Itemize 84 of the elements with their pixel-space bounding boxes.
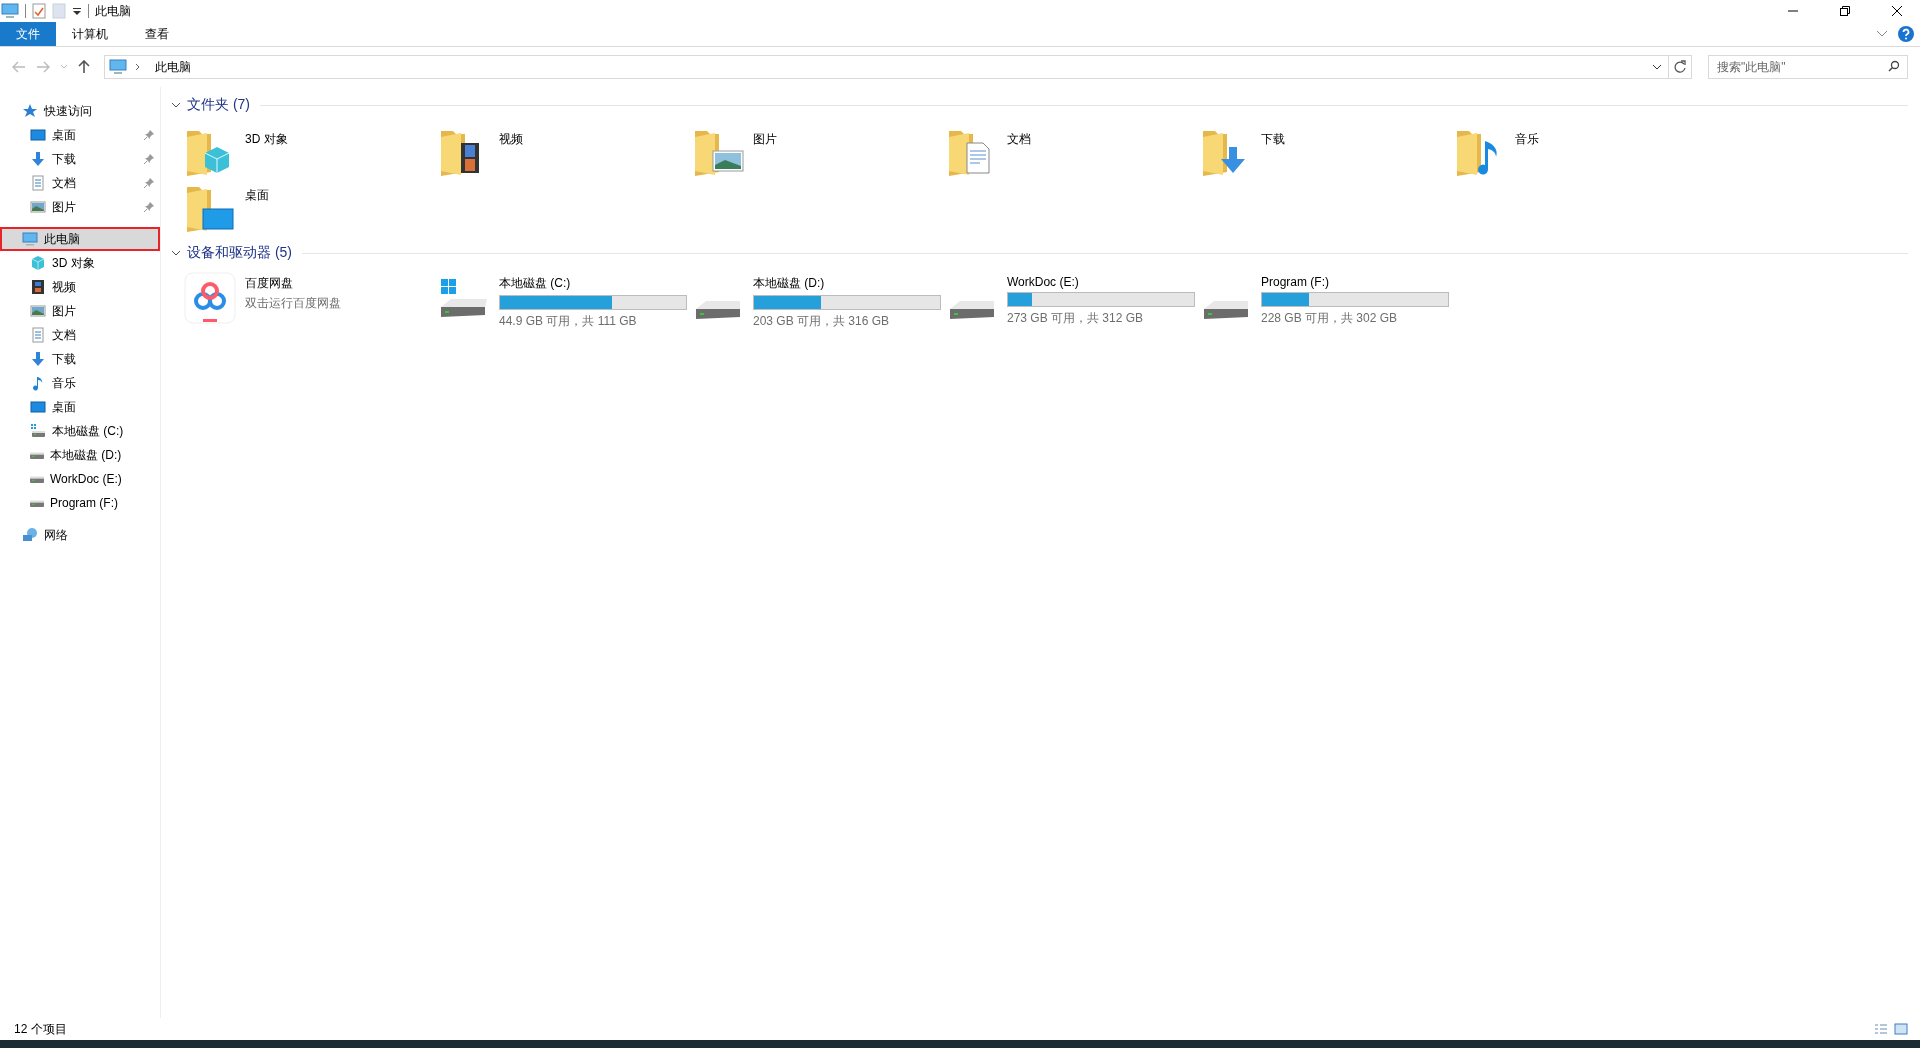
collapse-chevron-icon[interactable] [171, 101, 181, 109]
sidebar-item[interactable]: 下载 [0, 347, 160, 371]
computer-icon [109, 59, 127, 75]
documents-icon [30, 327, 46, 343]
drive-icon [1204, 301, 1248, 319]
desktop-icon [30, 127, 46, 143]
pc-icon [22, 231, 38, 247]
search-icon[interactable] [1888, 60, 1900, 72]
pictures-icon [30, 199, 46, 215]
sidebar-item[interactable]: 网络 [0, 523, 160, 547]
collapse-chevron-icon[interactable] [171, 249, 181, 257]
free-space-text: 228 GB 可用，共 302 GB [1261, 310, 1399, 327]
properties-icon[interactable] [32, 3, 46, 19]
downloads-icon [30, 351, 46, 367]
sidebar-item[interactable]: 图片 [0, 299, 160, 323]
sidebar-item[interactable]: 快速访问 [0, 99, 160, 123]
ribbon-tab[interactable]: 查看 [124, 22, 190, 46]
folder-item[interactable]: 3D 对象 [183, 123, 437, 177]
sidebar-item[interactable]: 文档 [0, 323, 160, 347]
window-title: 此电脑 [95, 2, 131, 20]
sidebar-item[interactable]: Program (F:) [0, 491, 160, 515]
free-space-text: 44.9 GB 可用，共 111 GB [499, 313, 638, 330]
drive-item[interactable]: Program (F:) 228 GB 可用，共 302 GB [1199, 271, 1453, 331]
ribbon-tab[interactable]: 文件 [0, 22, 56, 46]
pin-icon[interactable] [144, 202, 154, 212]
windrive-icon [30, 423, 46, 439]
up-arrow-icon[interactable] [78, 60, 90, 74]
sidebar-item[interactable]: WorkDoc (E:) [0, 467, 160, 491]
dropdown-icon[interactable] [72, 6, 82, 16]
drive-icon [30, 475, 44, 483]
folder-item[interactable]: 音乐 [1453, 123, 1707, 177]
desktop-icon [30, 399, 46, 415]
ribbon-tab[interactable]: 计算机 [56, 22, 124, 46]
free-space-text: 273 GB 可用，共 312 GB [1007, 310, 1145, 327]
help-icon[interactable] [1898, 26, 1914, 42]
pin-icon[interactable] [144, 178, 154, 188]
objects-icon [30, 255, 46, 271]
drive-item[interactable]: 本地磁盘 (C:) 44.9 GB 可用，共 111 GB [437, 271, 691, 331]
group-title: 设备和驱动器 (5) [187, 244, 292, 262]
search-field[interactable]: 搜索"此电脑" [1708, 55, 1908, 79]
sidebar-item[interactable]: 桌面 [0, 123, 160, 147]
sidebar-item[interactable]: 音乐 [0, 371, 160, 395]
refresh-icon[interactable] [1669, 55, 1692, 79]
app-subtitle: 双击运行百度网盘 [245, 295, 341, 312]
sidebar-item[interactable]: 下载 [0, 147, 160, 171]
drive-icon [30, 499, 44, 507]
large-icons-view-icon[interactable] [1894, 1023, 1908, 1035]
pictures-icon [30, 303, 46, 319]
group-title: 文件夹 (7) [187, 96, 250, 114]
chevron-down-icon[interactable] [1652, 63, 1662, 71]
sidebar-item[interactable]: 本地磁盘 (D:) [0, 443, 160, 467]
sidebar-item[interactable]: 图片 [0, 195, 160, 219]
free-space-text: 203 GB 可用，共 316 GB [753, 313, 891, 330]
downloads-icon [30, 151, 46, 167]
item-count: 12 个项目 [14, 1020, 67, 1038]
network-icon [22, 527, 38, 543]
computer-icon [1, 3, 19, 19]
sidebar-item[interactable]: 文档 [0, 171, 160, 195]
folder-item[interactable]: 视频 [437, 123, 691, 177]
sidebar-item[interactable]: 桌面 [0, 395, 160, 419]
documents-icon [30, 175, 46, 191]
star-icon [22, 103, 38, 119]
folder-item[interactable]: 下载 [1199, 123, 1453, 177]
sidebar-item[interactable]: 视频 [0, 275, 160, 299]
folder-item[interactable]: 图片 [691, 123, 945, 177]
drive-item[interactable]: 百度网盘 双击运行百度网盘 [183, 271, 437, 331]
drive-item[interactable]: 本地磁盘 (D:) 203 GB 可用，共 316 GB [691, 271, 945, 331]
address-field[interactable]: 此电脑 [104, 55, 1669, 79]
sidebar-item[interactable]: 本地磁盘 (C:) [0, 419, 160, 443]
sidebar-item[interactable]: 3D 对象 [0, 251, 160, 275]
drive-icon [30, 451, 44, 459]
video-icon [30, 279, 46, 295]
drive-icon [950, 301, 994, 319]
drive-icon [696, 301, 740, 319]
drive-item[interactable]: WorkDoc (E:) 273 GB 可用，共 312 GB [945, 271, 1199, 331]
cloud-app-icon [183, 271, 237, 325]
pin-icon[interactable] [144, 154, 154, 164]
pin-icon[interactable] [144, 130, 154, 140]
folder-item[interactable]: 文档 [945, 123, 1199, 177]
chevron-right-icon [135, 63, 141, 71]
sidebar-item[interactable]: 此电脑 [0, 227, 160, 251]
folder-item[interactable]: 桌面 [183, 179, 437, 233]
forward-arrow-icon[interactable] [36, 61, 50, 73]
back-arrow-icon[interactable] [12, 61, 26, 73]
